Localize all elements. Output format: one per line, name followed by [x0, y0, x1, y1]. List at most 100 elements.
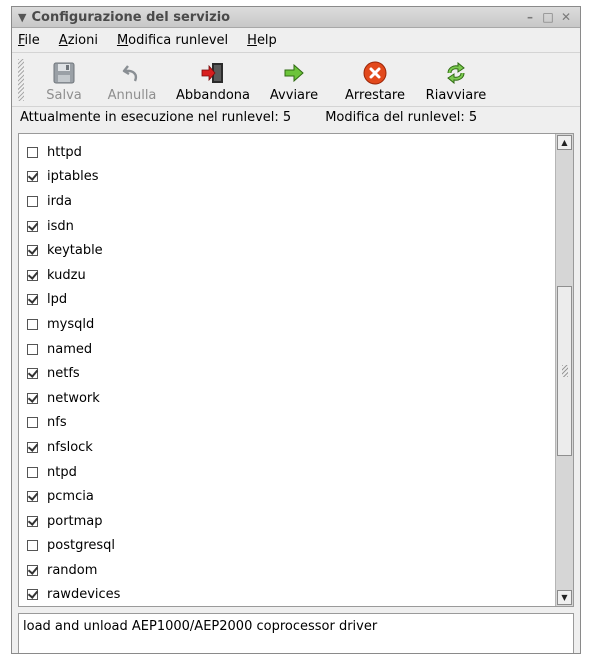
arrow-down-icon: ▼: [561, 593, 568, 602]
undo-arrow-icon: [119, 61, 145, 85]
undo-button[interactable]: Annulla: [96, 56, 168, 106]
service-name-label: network: [47, 390, 100, 406]
menu-help[interactable]: Help: [247, 33, 277, 48]
menu-file[interactable]: File: [18, 33, 40, 48]
service-row-rawdevices[interactable]: rawdevices: [19, 583, 555, 606]
service-checkbox-keytable[interactable]: [27, 245, 38, 257]
window-title: Configurazione del servizio: [31, 9, 231, 25]
scroll-down-button[interactable]: ▼: [557, 590, 572, 605]
service-name-label: iptables: [47, 169, 99, 185]
menu-help-label: elp: [256, 32, 277, 48]
service-description-box[interactable]: load and unload AEP1000/AEP2000 coproces…: [18, 613, 574, 653]
service-name-label: httpd: [47, 144, 82, 160]
title-bar[interactable]: ▼ Configurazione del servizio – □ ✕: [12, 7, 580, 28]
service-row-lpd[interactable]: lpd: [19, 288, 555, 313]
service-checkbox-pcmcia[interactable]: [27, 491, 38, 503]
service-name-label: mysqld: [47, 316, 95, 332]
start-button[interactable]: Avviare: [258, 56, 330, 106]
restart-button[interactable]: Riavviare: [420, 56, 492, 106]
restart-label: Riavviare: [425, 88, 487, 103]
service-checkbox-named[interactable]: [27, 343, 38, 355]
service-row-network[interactable]: network: [19, 386, 555, 411]
services-list-pane: httpd iptables irda isdn keytable kudzu lpd mys…: [18, 133, 574, 607]
minimize-button[interactable]: –: [522, 10, 538, 24]
service-checkbox-lpd[interactable]: [27, 294, 38, 306]
runlevel-status-line: Attualmente in esecuzione nel runlevel: …: [12, 107, 580, 127]
service-checkbox-irda[interactable]: [27, 195, 38, 207]
menu-azioni-mnemonic: A: [58, 32, 68, 48]
service-name-label: keytable: [47, 243, 103, 259]
service-row-portmap[interactable]: portmap: [19, 509, 555, 534]
service-checkbox-portmap[interactable]: [27, 515, 38, 527]
thumb-grip-icon: [562, 365, 568, 377]
close-button[interactable]: ✕: [558, 10, 574, 24]
service-name-label: isdn: [47, 218, 74, 234]
service-name-label: random: [47, 562, 98, 578]
service-name-label: nfslock: [47, 439, 93, 455]
service-checkbox-network[interactable]: [27, 392, 38, 404]
red-stop-icon: [362, 61, 388, 85]
service-checkbox-netfs[interactable]: [27, 368, 38, 380]
service-checkbox-iptables[interactable]: [27, 171, 38, 183]
service-name-label: kudzu: [47, 267, 86, 283]
service-row-netfs[interactable]: netfs: [19, 361, 555, 386]
service-row-postgresql[interactable]: postgresql: [19, 534, 555, 559]
menu-azioni[interactable]: Azioni: [59, 33, 98, 48]
menu-modifica-mnemonic: M: [116, 32, 129, 48]
service-row-isdn[interactable]: isdn: [19, 214, 555, 239]
save-button[interactable]: Salva: [36, 56, 92, 106]
service-name-label: netfs: [47, 366, 80, 382]
service-name-label: lpd: [47, 292, 68, 308]
service-name-label: rawdevices: [47, 587, 121, 603]
service-checkbox-postgresql[interactable]: [27, 540, 38, 552]
service-row-nfslock[interactable]: nfslock: [19, 435, 555, 460]
service-name-label: irda: [47, 193, 72, 209]
service-row-pcmcia[interactable]: pcmcia: [19, 484, 555, 509]
service-checkbox-random[interactable]: [27, 564, 38, 576]
service-row-random[interactable]: random: [19, 558, 555, 583]
scrollbar-thumb[interactable]: [557, 286, 572, 456]
service-row-irda[interactable]: irda: [19, 189, 555, 214]
exit-door-icon: [200, 61, 226, 85]
service-checkbox-nfs[interactable]: [27, 417, 38, 429]
service-description-text: load and unload AEP1000/AEP2000 coproces…: [23, 619, 378, 634]
service-checkbox-ntpd[interactable]: [27, 466, 38, 478]
scroll-up-button[interactable]: ▲: [557, 135, 572, 150]
vertical-scrollbar[interactable]: ▲ ▼: [555, 134, 573, 606]
service-checkbox-httpd[interactable]: [27, 146, 38, 158]
edit-runlevel-text: Modifica del runlevel: 5: [325, 109, 478, 125]
service-row-nfs[interactable]: nfs: [19, 411, 555, 436]
service-name-label: portmap: [47, 513, 103, 529]
service-name-label: postgresql: [47, 538, 116, 554]
service-checkbox-isdn[interactable]: [27, 220, 38, 232]
save-label: Salva: [46, 88, 82, 103]
service-checkbox-mysqld[interactable]: [27, 318, 38, 330]
service-checkbox-kudzu[interactable]: [27, 269, 38, 281]
quit-button[interactable]: Abbandona: [172, 56, 254, 106]
service-row-keytable[interactable]: keytable: [19, 238, 555, 263]
stop-button[interactable]: Arrestare: [334, 56, 416, 106]
service-row-mysqld[interactable]: mysqld: [19, 312, 555, 337]
menu-modifica-label: odifica runlevel: [128, 32, 229, 48]
service-row-kudzu[interactable]: kudzu: [19, 263, 555, 288]
service-row-iptables[interactable]: iptables: [19, 165, 555, 190]
maximize-button[interactable]: □: [540, 10, 556, 24]
menu-file-label: ile: [24, 32, 40, 48]
menu-modifica-runlevel[interactable]: Modifica runlevel: [117, 33, 228, 48]
service-name-label: pcmcia: [47, 489, 94, 505]
service-row-ntpd[interactable]: ntpd: [19, 460, 555, 485]
service-name-label: nfs: [47, 415, 67, 431]
window-menu-icon[interactable]: ▼: [18, 11, 26, 24]
menu-azioni-label: zioni: [67, 32, 98, 48]
service-checkbox-nfslock[interactable]: [27, 441, 38, 453]
services-list: httpd iptables irda isdn keytable kudzu lpd mys…: [19, 140, 555, 606]
service-checkbox-rawdevices[interactable]: [27, 589, 38, 601]
undo-label: Annulla: [107, 88, 157, 103]
toolbar-grip-handle[interactable]: [18, 59, 24, 101]
floppy-disk-icon: [51, 61, 77, 85]
service-row-named[interactable]: named: [19, 337, 555, 362]
green-refresh-icon: [443, 61, 469, 85]
start-label: Avviare: [269, 88, 319, 103]
service-row-httpd[interactable]: httpd: [19, 140, 555, 165]
service-name-label: named: [47, 341, 93, 357]
